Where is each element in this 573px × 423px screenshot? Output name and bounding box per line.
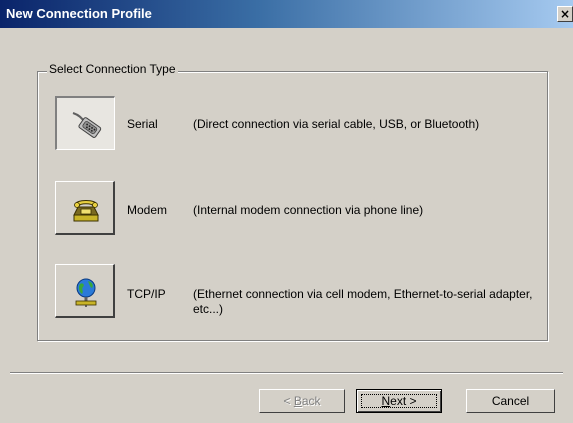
serial-option-button[interactable] xyxy=(55,96,115,150)
serial-description: (Direct connection via serial cable, USB… xyxy=(193,117,480,131)
next-button[interactable]: Next > xyxy=(356,389,442,413)
serial-cable-icon xyxy=(72,112,102,138)
modem-description: (Internal modem connection via phone lin… xyxy=(193,203,424,217)
back-button[interactable]: < Back xyxy=(259,389,345,413)
tcpip-description: (Ethernet connection via cell modem, Eth… xyxy=(193,287,533,316)
group-legend: Select Connection Type xyxy=(47,62,178,76)
modem-option-button[interactable] xyxy=(55,181,115,235)
modem-label: Modem xyxy=(127,203,168,217)
window-title: New Connection Profile xyxy=(6,6,152,21)
cancel-button[interactable]: Cancel xyxy=(466,389,555,413)
close-button[interactable]: × xyxy=(557,6,573,22)
new-connection-profile-dialog: New Connection Profile × Select Connecti… xyxy=(0,0,573,423)
network-globe-icon xyxy=(75,278,97,307)
close-icon: × xyxy=(559,7,571,21)
next-mnemonic: N xyxy=(381,394,391,408)
back-prefix: < xyxy=(283,394,294,408)
next-rest: ext > xyxy=(390,394,417,408)
back-mnemonic: B xyxy=(293,394,302,408)
back-rest: ack xyxy=(301,394,321,408)
tcpip-label: TCP/IP xyxy=(127,287,166,301)
title-bar[interactable]: New Connection Profile × xyxy=(0,0,573,28)
separator xyxy=(10,372,563,374)
telephone-modem-icon xyxy=(73,200,99,222)
serial-label: Serial xyxy=(127,117,158,131)
tcpip-option-button[interactable] xyxy=(55,264,115,318)
